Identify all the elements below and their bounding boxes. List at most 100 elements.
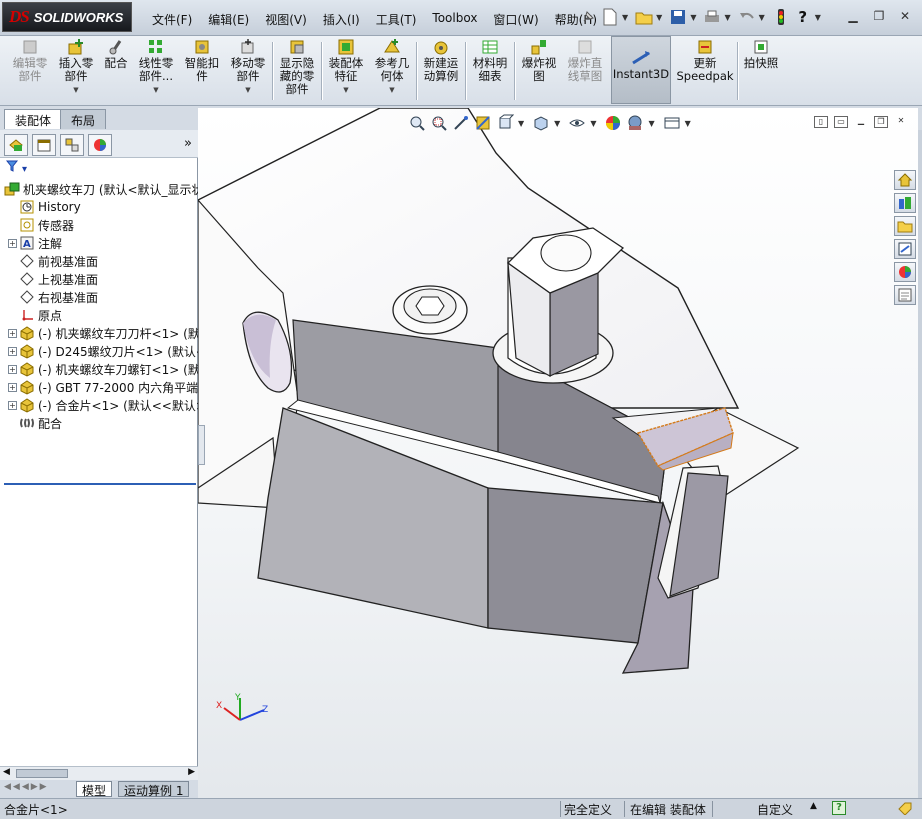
horizontal-scrollbar[interactable]: ◀ ▶: [0, 766, 198, 780]
tree-root[interactable]: 机夹螺纹车刀 (默认<默认_显示状态-1>): [0, 180, 198, 198]
status-units[interactable]: 自定义: [757, 801, 793, 818]
view-settings-dropdown-icon[interactable]: ▼: [685, 119, 691, 128]
save-dropdown-icon[interactable]: ▼: [690, 13, 696, 22]
tab-model[interactable]: 模型: [76, 781, 113, 798]
menu-toolbox[interactable]: Toolbox: [425, 9, 484, 30]
linear-pattern-dropdown-icon[interactable]: ▼: [153, 84, 158, 97]
display-manager-tab[interactable]: [88, 134, 112, 156]
view-settings-icon[interactable]: [663, 114, 681, 132]
update-speedpak-button[interactable]: 更新 Speedpak: [676, 38, 734, 83]
feature-tree-tab[interactable]: [4, 134, 28, 156]
menu-insert[interactable]: 插入(I): [316, 9, 367, 30]
insert-component-dropdown-icon[interactable]: ▼: [73, 84, 78, 97]
solidworks-resources-tab[interactable]: [894, 170, 916, 190]
assembly-features-button[interactable]: 装配体 特征 ▼: [325, 38, 367, 97]
tree-item[interactable]: + (-) D245螺纹刀片<1> (默认<<: [0, 342, 198, 360]
tree-item[interactable]: + (-) 机夹螺纹车刀刀杆<1> (默认: [0, 324, 198, 342]
tab-motion-study[interactable]: 运动算例 1: [118, 781, 190, 798]
graphics-area[interactable]: Y Z X ▼ ▼ ▼ ▼ ▼ ▯ ▭ ▁ ❐ ✕: [198, 108, 918, 798]
snapshot-button[interactable]: 拍快照: [741, 38, 781, 70]
edit-component-button[interactable]: 编辑零 部件: [10, 38, 50, 83]
solidworks-logo[interactable]: DS SOLIDWORKS: [2, 2, 132, 32]
new-motion-study-button[interactable]: 新建运 动算例: [420, 38, 462, 83]
expand-node-icon[interactable]: +: [8, 364, 17, 374]
previous-view-icon[interactable]: [452, 114, 470, 132]
viewport-restore-icon[interactable]: ❐: [874, 116, 888, 128]
tree-item[interactable]: + (-) 合金片<1> (默认<<默认>: [0, 396, 198, 414]
help-icon[interactable]: ?: [793, 7, 813, 27]
move-component-button[interactable]: 移动零 部件 ▼: [228, 38, 268, 97]
tree-item[interactable]: 右视基准面: [0, 288, 198, 306]
scroll-right-icon[interactable]: ▶: [188, 767, 195, 777]
expand-node-icon[interactable]: +: [8, 238, 17, 248]
restore-icon[interactable]: ❐: [870, 8, 888, 24]
hide-show-dropdown-icon[interactable]: ▼: [590, 119, 596, 128]
section-view-icon[interactable]: [474, 114, 492, 132]
viewport-minimize-icon[interactable]: ▁: [854, 116, 868, 128]
units-dropdown-icon[interactable]: ▲: [810, 801, 817, 811]
file-explorer-tab[interactable]: [894, 216, 916, 236]
linear-pattern-button[interactable]: 线性零 部件... ▼: [136, 38, 176, 97]
tab-scroll-arrows-icon[interactable]: ◀◀◀▶▶: [4, 782, 49, 792]
viewport-close-icon[interactable]: ✕: [894, 116, 908, 128]
body-lower-center-face[interactable]: [487, 487, 664, 644]
expand-node-icon[interactable]: +: [8, 400, 17, 410]
minimize-icon[interactable]: ▁: [844, 8, 862, 24]
appearances-tab[interactable]: [894, 262, 916, 282]
menu-window[interactable]: 窗口(W): [486, 9, 545, 30]
edit-appearance-icon[interactable]: [604, 114, 622, 132]
print-icon[interactable]: [702, 7, 722, 27]
tree-item[interactable]: + (-) 机夹螺纹车刀螺钉<1> (默: [0, 360, 198, 378]
quick-tips-icon[interactable]: ?: [832, 801, 846, 815]
expand-node-icon[interactable]: +: [8, 346, 17, 356]
exploded-view-button[interactable]: 爆炸视 图: [518, 38, 560, 83]
tab-assembly[interactable]: 装配体: [4, 109, 63, 129]
save-icon[interactable]: [668, 7, 688, 27]
tree-item[interactable]: + A 注解: [0, 234, 198, 252]
tree-item[interactable]: History: [0, 198, 198, 216]
mate-button[interactable]: 配合: [102, 38, 130, 70]
open-folder-icon[interactable]: [634, 7, 654, 27]
open-dropdown-icon[interactable]: ▼: [656, 13, 662, 22]
filter-dropdown-icon[interactable]: ▾: [22, 164, 27, 175]
new-document-icon[interactable]: [600, 7, 620, 27]
view-palette-tab[interactable]: [894, 239, 916, 259]
smart-fasteners-button[interactable]: 智能扣 件: [182, 38, 222, 83]
undo-dropdown-icon[interactable]: ▼: [759, 13, 765, 22]
tree-item[interactable]: + (-) GBT 77-2000 内六角平端紧: [0, 378, 198, 396]
apply-scene-icon[interactable]: [626, 114, 644, 132]
rollback-bar[interactable]: [4, 483, 196, 485]
instant3d-button[interactable]: Instant3D: [611, 36, 671, 104]
hide-show-items-icon[interactable]: [568, 114, 586, 132]
custom-properties-tab[interactable]: [894, 285, 916, 305]
expand-node-icon[interactable]: +: [8, 328, 17, 338]
rebuild-icon[interactable]: [771, 7, 791, 27]
tree-item[interactable]: 前视基准面: [0, 252, 198, 270]
view-orientation-dropdown-icon[interactable]: ▼: [518, 119, 524, 128]
reference-geometry-button[interactable]: 参考几 何体 ▼: [371, 38, 413, 97]
move-component-dropdown-icon[interactable]: ▼: [245, 84, 250, 97]
insert-component-button[interactable]: 插入零 部件 ▼: [56, 38, 96, 97]
scroll-thumb[interactable]: [16, 769, 68, 778]
configuration-manager-tab[interactable]: [60, 134, 84, 156]
viewport-split-icon[interactable]: ▯: [814, 116, 828, 128]
menu-edit[interactable]: 编辑(E): [201, 9, 256, 30]
status-tag-icon[interactable]: [897, 801, 913, 818]
zoom-to-area-icon[interactable]: [430, 114, 448, 132]
tree-item[interactable]: 配合: [0, 414, 198, 432]
help-dropdown-icon[interactable]: ▼: [815, 13, 821, 22]
property-manager-tab[interactable]: [32, 134, 56, 156]
apply-scene-dropdown-icon[interactable]: ▼: [648, 119, 654, 128]
tree-item[interactable]: 传感器: [0, 216, 198, 234]
menu-file[interactable]: 文件(F): [145, 9, 199, 30]
pin-icon[interactable]: [578, 7, 598, 27]
zoom-to-fit-icon[interactable]: [408, 114, 426, 132]
scroll-left-icon[interactable]: ◀: [3, 767, 10, 777]
expand-node-icon[interactable]: +: [8, 382, 17, 392]
tree-filter[interactable]: ▾: [5, 160, 27, 175]
reference-geometry-dropdown-icon[interactable]: ▼: [389, 84, 394, 97]
tree-item[interactable]: 原点: [0, 306, 198, 324]
menu-tools[interactable]: 工具(T): [369, 9, 424, 30]
expand-panel-icon[interactable]: »: [184, 136, 192, 151]
viewport-tile-icon[interactable]: ▭: [834, 116, 848, 128]
